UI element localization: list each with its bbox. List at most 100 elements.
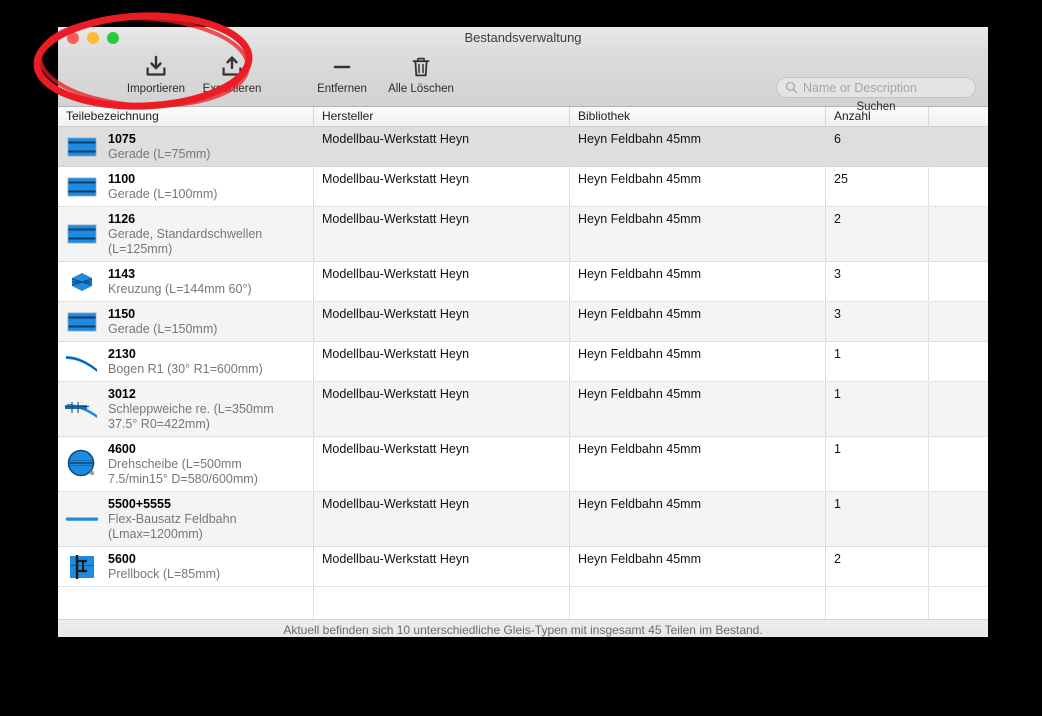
cell-bibliothek: Heyn Feldbahn 45mm	[570, 547, 826, 586]
remove-button[interactable]: Entfernen	[304, 52, 380, 95]
table-row[interactable]: 5600 Prellbock (L=85mm) Modellbau-Werkst…	[58, 547, 988, 587]
status-bar-text: Aktuell befinden sich 10 unterschiedlich…	[283, 623, 762, 637]
count-text: 1	[834, 346, 920, 362]
import-button[interactable]: Importieren	[118, 52, 194, 95]
import-button-label: Importieren	[127, 83, 185, 95]
part-number: 5600	[108, 552, 305, 567]
manufacturer-text: Modellbau-Werkstatt Heyn	[322, 346, 561, 362]
part-description: Gerade (L=75mm)	[108, 147, 305, 162]
part-description: Gerade, Standardschwellen (L=125mm)	[108, 227, 305, 257]
manufacturer-text: Modellbau-Werkstatt Heyn	[322, 131, 561, 147]
library-text: Heyn Feldbahn 45mm	[578, 441, 817, 457]
count-text: 3	[834, 266, 920, 282]
library-text: Heyn Feldbahn 45mm	[578, 171, 817, 187]
cell-anzahl: 2	[826, 547, 929, 586]
import-download-icon	[144, 54, 168, 80]
count-text: 1	[834, 496, 920, 512]
cell-extra	[929, 382, 986, 436]
table-row[interactable]: 1126 Gerade, Standardschwellen (L=125mm)…	[58, 207, 988, 262]
export-button[interactable]: Exportieren	[194, 52, 270, 95]
toolbar: Importieren Exportieren	[58, 49, 988, 107]
table-rows: 1075 Gerade (L=75mm) Modellbau-Werkstatt…	[58, 127, 988, 587]
cell-teilebezeichnung: 1126 Gerade, Standardschwellen (L=125mm)	[58, 207, 314, 261]
turntable-icon	[62, 449, 102, 479]
part-number: 1100	[108, 172, 305, 187]
table-row[interactable]: 1100 Gerade (L=100mm) Modellbau-Werkstat…	[58, 167, 988, 207]
library-text: Heyn Feldbahn 45mm	[578, 496, 817, 512]
app-window: Bestandsverwaltung Importieren	[58, 27, 988, 637]
cell-hersteller: Modellbau-Werkstatt Heyn	[314, 437, 570, 491]
empty-cell	[58, 587, 314, 619]
search-input-placeholder: Name or Description	[803, 81, 917, 95]
library-text: Heyn Feldbahn 45mm	[578, 131, 817, 147]
table-row[interactable]: 2130 Bogen R1 (30° R1=600mm) Modellbau-W…	[58, 342, 988, 382]
part-number: 2130	[108, 347, 305, 362]
table-row[interactable]: 1075 Gerade (L=75mm) Modellbau-Werkstatt…	[58, 127, 988, 167]
status-bar: Aktuell befinden sich 10 unterschiedlich…	[58, 619, 988, 637]
window-titlebar: Bestandsverwaltung	[58, 27, 988, 49]
manufacturer-text: Modellbau-Werkstatt Heyn	[322, 441, 561, 457]
turnout-track-icon	[62, 397, 102, 421]
cell-hersteller: Modellbau-Werkstatt Heyn	[314, 492, 570, 546]
table-row[interactable]: 1150 Gerade (L=150mm) Modellbau-Werkstat…	[58, 302, 988, 342]
count-text: 3	[834, 306, 920, 322]
cell-teilebezeichnung: 4600 Drehscheibe (L=500mm 7.5/min15° D=5…	[58, 437, 314, 491]
table-row[interactable]: 5500+5555 Flex-Bausatz Feldbahn (Lmax=12…	[58, 492, 988, 547]
curved-track-icon	[62, 350, 102, 374]
cell-teilebezeichnung: 5600 Prellbock (L=85mm)	[58, 547, 314, 586]
cell-hersteller: Modellbau-Werkstatt Heyn	[314, 547, 570, 586]
part-text: 1075 Gerade (L=75mm)	[108, 131, 305, 162]
cell-bibliothek: Heyn Feldbahn 45mm	[570, 127, 826, 166]
cell-anzahl: 1	[826, 492, 929, 546]
empty-cell	[314, 587, 570, 619]
straight-track-icon	[62, 221, 102, 247]
count-text: 1	[834, 441, 920, 457]
cell-teilebezeichnung: 5500+5555 Flex-Bausatz Feldbahn (Lmax=12…	[58, 492, 314, 546]
table-row[interactable]: 4600 Drehscheibe (L=500mm 7.5/min15° D=5…	[58, 437, 988, 492]
cell-teilebezeichnung: 1150 Gerade (L=150mm)	[58, 302, 314, 341]
table-row[interactable]: 3012 Schleppweiche re. (L=350mm 37.5° R0…	[58, 382, 988, 437]
library-text: Heyn Feldbahn 45mm	[578, 551, 817, 567]
empty-cell	[929, 587, 986, 619]
cell-hersteller: Modellbau-Werkstatt Heyn	[314, 262, 570, 301]
part-number: 4600	[108, 442, 305, 457]
search-field[interactable]: Name or Description	[776, 77, 976, 98]
part-text: 4600 Drehscheibe (L=500mm 7.5/min15° D=5…	[108, 441, 305, 487]
cell-anzahl: 1	[826, 342, 929, 381]
count-text: 1	[834, 386, 920, 402]
cell-extra	[929, 167, 986, 206]
count-text: 6	[834, 131, 920, 147]
cell-bibliothek: Heyn Feldbahn 45mm	[570, 437, 826, 491]
manufacturer-text: Modellbau-Werkstatt Heyn	[322, 171, 561, 187]
cell-anzahl: 3	[826, 302, 929, 341]
cell-hersteller: Modellbau-Werkstatt Heyn	[314, 207, 570, 261]
table-row[interactable]: 1143 Kreuzung (L=144mm 60°) Modellbau-We…	[58, 262, 988, 302]
count-text: 25	[834, 171, 920, 187]
cell-bibliothek: Heyn Feldbahn 45mm	[570, 342, 826, 381]
cell-hersteller: Modellbau-Werkstatt Heyn	[314, 382, 570, 436]
column-header-hersteller[interactable]: Hersteller	[314, 107, 570, 126]
screen-background: Bestandsverwaltung Importieren	[0, 0, 1042, 716]
part-description: Kreuzung (L=144mm 60°)	[108, 282, 305, 297]
table-body[interactable]: 1075 Gerade (L=75mm) Modellbau-Werkstatt…	[58, 127, 988, 619]
cell-extra	[929, 342, 986, 381]
table-row-empty[interactable]	[58, 587, 988, 619]
buffer-stop-icon	[62, 553, 102, 581]
delete-all-button[interactable]: Alle Löschen	[380, 52, 462, 95]
cell-extra	[929, 127, 986, 166]
cell-hersteller: Modellbau-Werkstatt Heyn	[314, 302, 570, 341]
cell-teilebezeichnung: 1143 Kreuzung (L=144mm 60°)	[58, 262, 314, 301]
cell-bibliothek: Heyn Feldbahn 45mm	[570, 492, 826, 546]
part-description: Gerade (L=150mm)	[108, 322, 305, 337]
column-header-teilebezeichnung[interactable]: Teilebezeichnung	[58, 107, 314, 126]
library-text: Heyn Feldbahn 45mm	[578, 266, 817, 282]
straight-track-icon	[62, 134, 102, 160]
part-number: 1075	[108, 132, 305, 147]
part-number: 1143	[108, 267, 305, 282]
part-number: 1150	[108, 307, 305, 322]
part-text: 1100 Gerade (L=100mm)	[108, 171, 305, 202]
library-text: Heyn Feldbahn 45mm	[578, 306, 817, 322]
library-text: Heyn Feldbahn 45mm	[578, 211, 817, 227]
cell-extra	[929, 262, 986, 301]
part-text: 5500+5555 Flex-Bausatz Feldbahn (Lmax=12…	[108, 496, 305, 542]
